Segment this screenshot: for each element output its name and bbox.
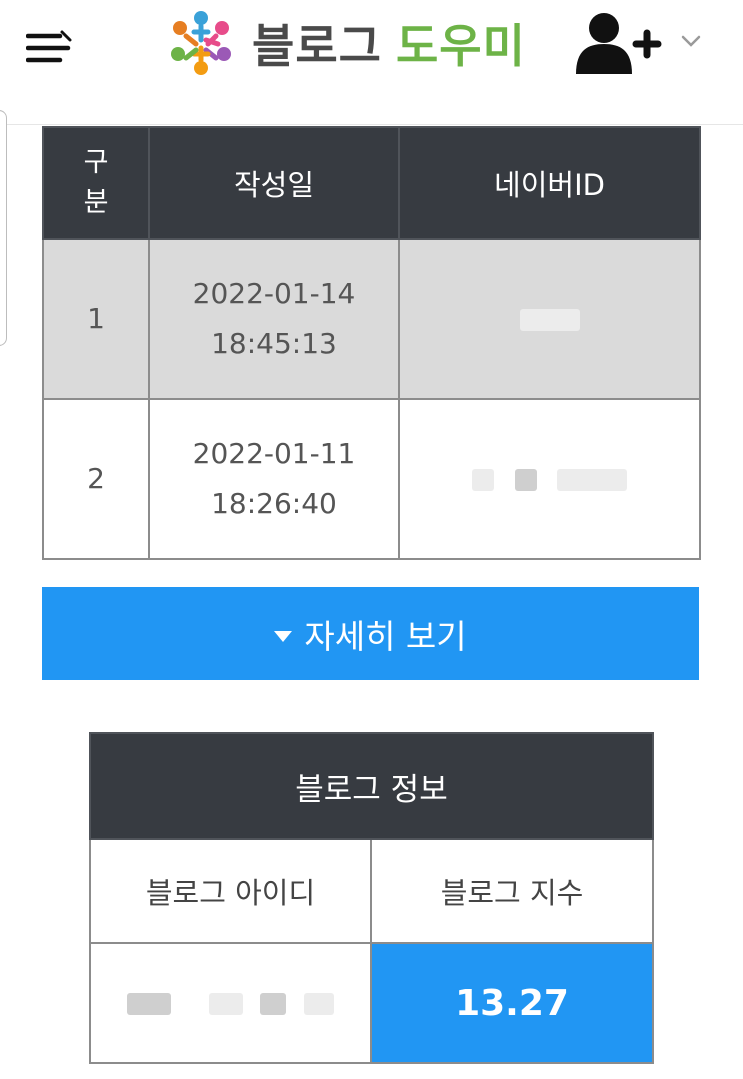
history-table-header: 구분 작성일 네이버ID <box>42 126 701 240</box>
people-circle-logo-icon <box>171 11 231 75</box>
table-row[interactable]: 1 2022-01-14 18:45:13 <box>42 238 701 400</box>
redacted-text <box>471 469 494 491</box>
app-logo[interactable]: 블로그 도우미 <box>160 4 526 82</box>
history-table: 구분 작성일 네이버ID 1 2022-01-14 18:45:13 2 202… <box>42 126 701 560</box>
blog-id-value-redacted <box>89 942 372 1064</box>
row-date: 2022-01-14 18:45:13 <box>148 238 400 400</box>
redacted-text <box>260 993 287 1015</box>
row-naver-id-redacted <box>398 238 701 400</box>
blog-info-title: 블로그 정보 <box>89 732 654 840</box>
chevron-down-icon[interactable] <box>678 28 704 54</box>
view-details-button[interactable]: 자세히 보기 <box>42 587 699 680</box>
row-date: 2022-01-11 18:26:40 <box>148 398 400 560</box>
redacted-text <box>514 469 537 491</box>
row-no: 1 <box>42 238 150 400</box>
hamburger-menu-icon[interactable] <box>26 28 74 68</box>
view-details-label: 자세히 보기 <box>304 616 467 656</box>
table-row[interactable]: 2 2022-01-11 18:26:40 <box>42 398 701 560</box>
blog-info-table: 블로그 정보 블로그 아이디 블로그 지수 13.27 <box>89 732 654 1064</box>
blog-id-label: 블로그 아이디 <box>89 838 372 944</box>
redacted-text <box>127 993 172 1015</box>
header-no-label: 구분 <box>83 147 109 218</box>
header-naver-id: 네이버ID <box>398 126 701 240</box>
header-no: 구분 <box>42 126 150 240</box>
logo-text: 블로그 도우미 <box>252 10 526 76</box>
app-header: 블로그 도우미 <box>0 0 743 125</box>
redacted-text <box>303 993 334 1015</box>
side-drawer-edge[interactable] <box>0 110 7 346</box>
row-date-value: 2022-01-14 <box>192 277 356 310</box>
blog-index-value: 13.27 <box>370 942 654 1064</box>
user-plus-icon[interactable] <box>574 8 664 78</box>
redacted-text <box>208 993 243 1015</box>
logo-text-blog: 블로그 <box>252 19 382 73</box>
caret-down-icon <box>274 631 293 642</box>
row-naver-id-redacted <box>398 398 701 560</box>
redacted-text <box>557 469 628 491</box>
row-time-value: 18:45:13 <box>211 327 337 360</box>
blog-index-label: 블로그 지수 <box>370 838 654 944</box>
logo-text-helper: 도우미 <box>395 19 526 73</box>
row-date-value: 2022-01-11 <box>192 437 356 470</box>
header-date: 작성일 <box>148 126 400 240</box>
row-no: 2 <box>42 398 150 560</box>
redacted-text <box>519 309 580 331</box>
row-time-value: 18:26:40 <box>211 487 337 520</box>
